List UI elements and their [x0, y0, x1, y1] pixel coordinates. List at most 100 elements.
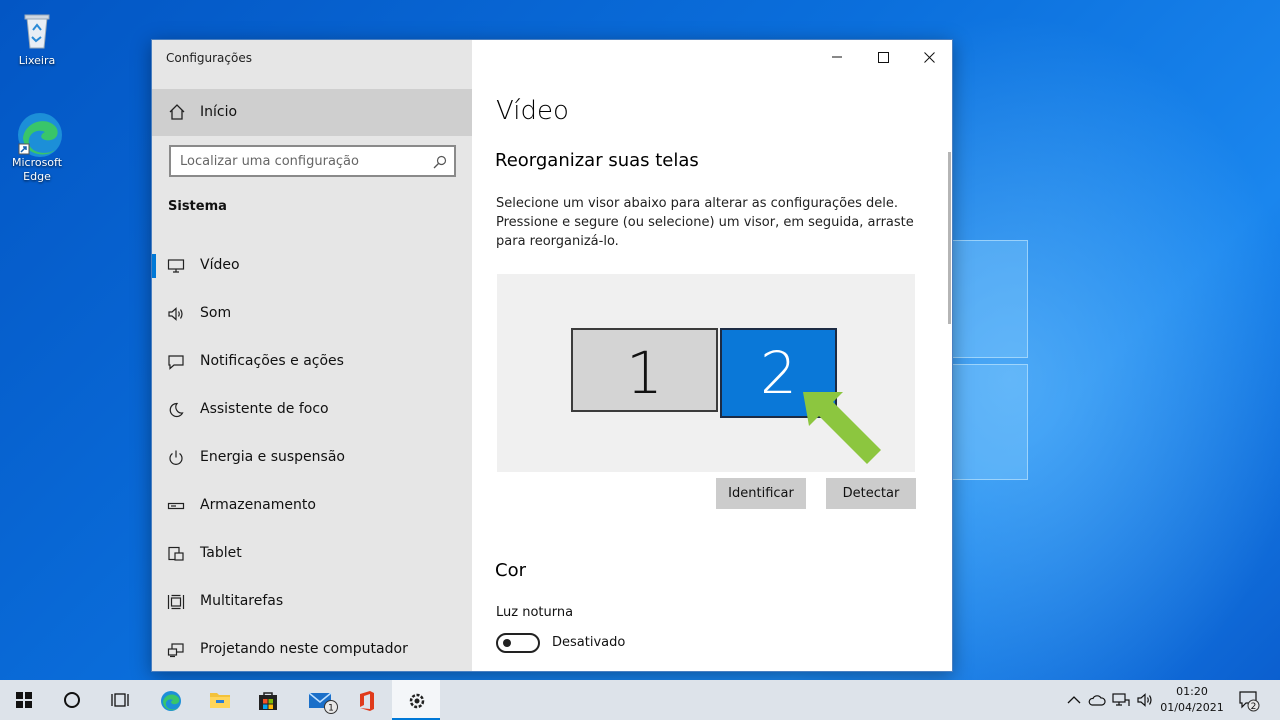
page-title: Vídeo — [496, 96, 569, 126]
windows-start-icon — [16, 692, 32, 708]
taskbar-store[interactable] — [243, 680, 291, 720]
sidebar: Configurações Início Localizar uma confi… — [152, 40, 472, 671]
storage-icon — [167, 498, 185, 514]
sidebar-item-sound[interactable]: Som — [152, 290, 472, 338]
cloud-icon — [1088, 695, 1106, 706]
search-placeholder: Localizar uma configuração — [180, 154, 359, 169]
arrange-section-title: Reorganizar suas telas — [495, 150, 699, 171]
close-button[interactable] — [906, 46, 952, 68]
sidebar-item-label: Tablet — [200, 545, 242, 561]
sidebar-home-label: Início — [200, 104, 238, 120]
sidebar-item-power[interactable]: Energia e suspensão — [152, 434, 472, 482]
taskbar-file-explorer[interactable] — [195, 680, 243, 720]
start-button[interactable] — [0, 680, 48, 720]
chevron-up-icon — [1067, 696, 1081, 704]
tablet-icon — [167, 546, 185, 562]
minimize-icon — [832, 56, 842, 58]
desktop-icon-label: Microsoft Edge — [11, 156, 63, 183]
sidebar-section-title: Sistema — [168, 199, 227, 214]
power-icon — [167, 450, 185, 466]
desktop-icon-label: Lixeira — [18, 54, 56, 67]
sidebar-item-label: Energia e suspensão — [200, 449, 345, 465]
sidebar-item-focus-assist[interactable]: Assistente de foco — [152, 386, 472, 434]
sidebar-item-label: Projetando neste computador — [200, 641, 408, 657]
display-arrangement-area: 1 2 — [497, 274, 915, 472]
monitor-icon — [167, 258, 185, 274]
search-input[interactable]: Localizar uma configuração — [169, 145, 456, 177]
color-section-title: Cor — [495, 560, 526, 581]
taskbar-settings[interactable] — [392, 680, 440, 720]
sidebar-item-multitasking[interactable]: Multitarefas — [152, 578, 472, 626]
edge-icon — [15, 110, 62, 157]
toggle-knob — [503, 639, 511, 647]
display-1[interactable]: 1 — [571, 328, 718, 412]
network-icon — [1112, 693, 1130, 706]
task-view-icon — [111, 693, 129, 707]
desktop-icon-recycle-bin[interactable]: Lixeira — [1, 8, 73, 68]
notification-icon — [167, 354, 185, 370]
taskbar: 1 01:20 01/04/2021 2 — [0, 680, 1280, 720]
clock-time: 01:20 — [1176, 685, 1208, 698]
task-view-button[interactable] — [96, 680, 144, 720]
sidebar-item-label: Som — [200, 305, 232, 321]
mail-icon: 1 — [308, 692, 338, 714]
arrange-description: Selecione um visor abaixo para alterar a… — [496, 196, 914, 249]
notification-icon: 2 — [1239, 691, 1260, 712]
windows-wallpaper-logo — [950, 240, 1280, 480]
sidebar-item-label: Notificações e ações — [200, 353, 344, 369]
sidebar-home[interactable]: Início — [152, 89, 472, 136]
taskbar-edge[interactable] — [146, 680, 194, 720]
sidebar-item-storage[interactable]: Armazenamento — [152, 482, 472, 530]
active-indicator — [152, 254, 156, 278]
tray-overflow-button[interactable] — [1064, 690, 1084, 710]
cortana-circle-icon — [64, 692, 80, 708]
close-icon — [924, 52, 935, 63]
desktop-icon-edge[interactable]: Microsoft Edge — [1, 110, 73, 184]
settings-window: Configurações Início Localizar uma confi… — [151, 39, 953, 672]
content-pane: Vídeo Reorganizar suas telas Selecione u… — [472, 40, 952, 671]
search-taskbar-button[interactable] — [48, 680, 96, 720]
store-icon — [259, 692, 277, 710]
mail-badge: 1 — [328, 704, 334, 714]
night-light-toggle[interactable] — [496, 633, 540, 653]
sidebar-item-notifications[interactable]: Notificações e ações — [152, 338, 472, 386]
pointer-arrow-icon — [803, 392, 881, 464]
recycle-bin-icon — [15, 8, 59, 52]
identify-button[interactable]: Identificar — [716, 478, 806, 509]
detect-button[interactable]: Detectar — [826, 478, 916, 509]
taskbar-mail[interactable]: 1 — [294, 680, 342, 720]
office-icon — [360, 691, 374, 711]
clock-date: 01/04/2021 — [1160, 701, 1224, 714]
sidebar-item-label: Armazenamento — [200, 497, 316, 513]
night-light-state: Desativado — [552, 635, 626, 650]
tray-network[interactable] — [1111, 690, 1131, 710]
multitask-icon — [167, 594, 185, 610]
sidebar-item-label: Vídeo — [200, 257, 240, 273]
moon-icon — [167, 402, 185, 418]
taskbar-office[interactable] — [342, 680, 390, 720]
edge-icon — [161, 691, 181, 711]
speaker-icon — [167, 306, 185, 322]
maximize-icon — [878, 52, 889, 63]
minimize-button[interactable] — [814, 46, 860, 68]
project-icon — [167, 642, 185, 658]
search-icon — [433, 154, 447, 169]
sidebar-item-video[interactable]: Vídeo — [152, 242, 472, 290]
taskbar-clock[interactable]: 01:20 01/04/2021 — [1156, 684, 1228, 716]
home-icon — [168, 103, 186, 121]
gear-icon — [409, 693, 425, 709]
tray-onedrive[interactable] — [1087, 690, 1107, 710]
content-scrollbar[interactable] — [948, 152, 951, 324]
speaker-icon — [1137, 693, 1152, 707]
sidebar-item-label: Assistente de foco — [200, 401, 329, 417]
action-center-button[interactable]: 2 — [1238, 690, 1260, 712]
sidebar-item-label: Multitarefas — [200, 593, 284, 609]
notification-count: 2 — [1251, 702, 1257, 712]
sidebar-item-projecting[interactable]: Projetando neste computador — [152, 626, 472, 671]
window-title: Configurações — [166, 51, 252, 65]
night-light-label: Luz noturna — [496, 605, 574, 620]
sidebar-item-tablet[interactable]: Tablet — [152, 530, 472, 578]
maximize-button[interactable] — [860, 46, 906, 68]
folder-icon — [210, 693, 230, 708]
tray-volume[interactable] — [1135, 690, 1155, 710]
